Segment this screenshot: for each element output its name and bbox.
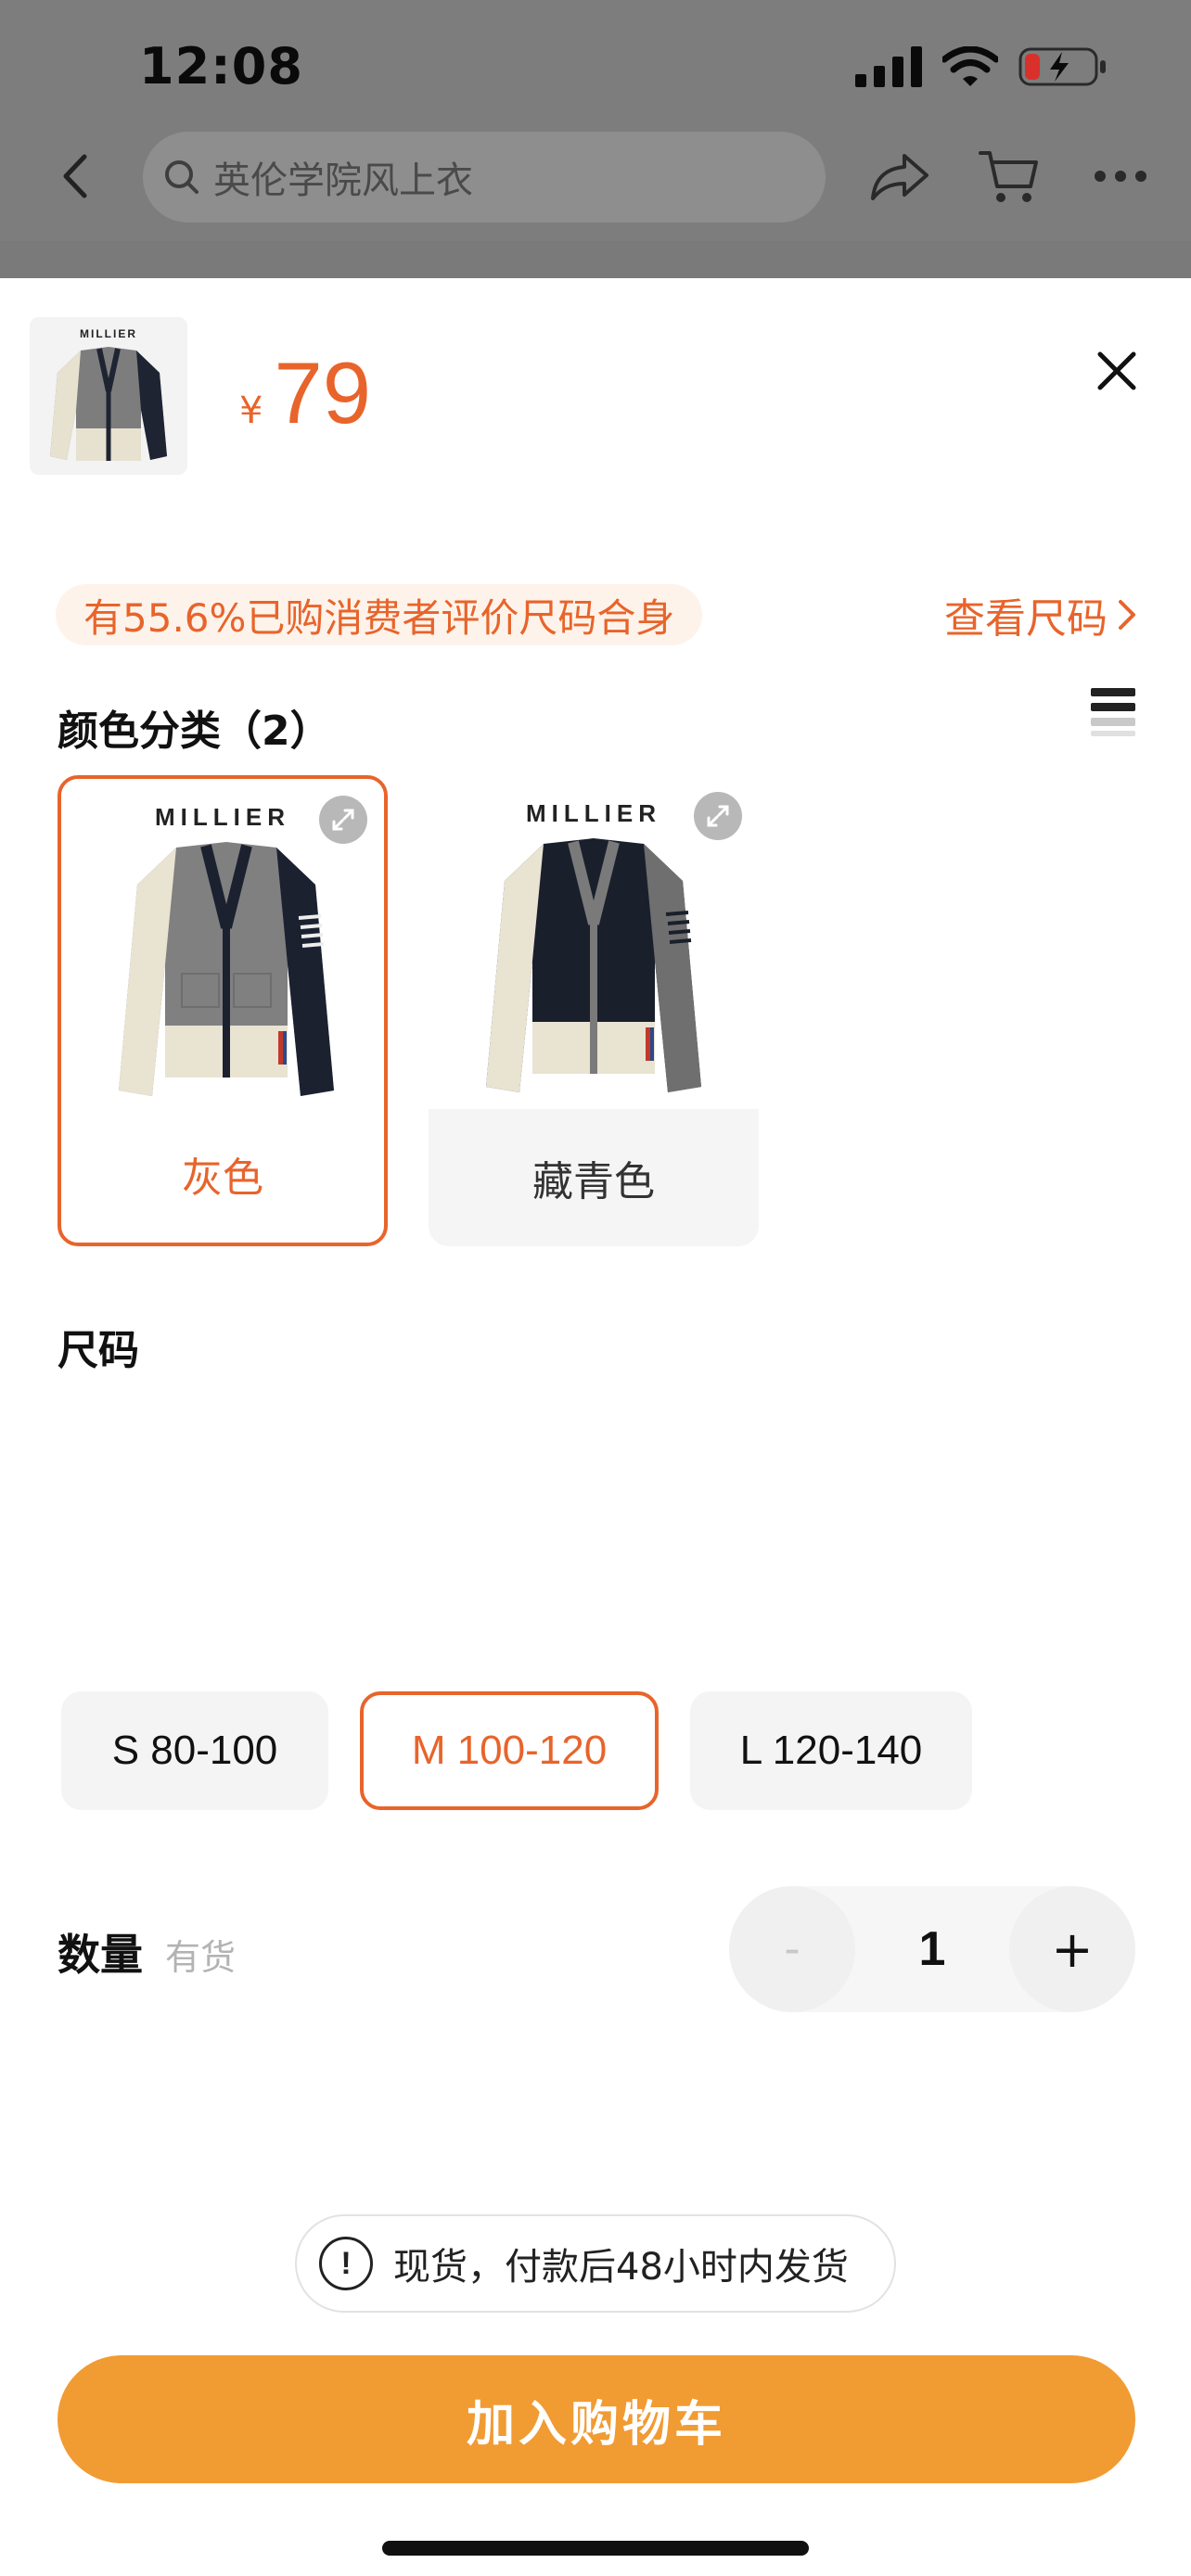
- chevron-right-icon: [1119, 600, 1135, 630]
- decrease-quantity-button[interactable]: -: [729, 1886, 855, 2012]
- gray-cardigan-image: [119, 842, 334, 1096]
- search-placeholder: 英伦学院风上衣: [213, 159, 473, 202]
- stock-status: 有货: [165, 1937, 237, 1978]
- quantity-label: 数量: [58, 1930, 143, 1980]
- sku-selection-sheet: MILLIER ¥ 79 有55.6%已购消费者评价尺码合身 查看尺码 颜色分类…: [0, 278, 1191, 2576]
- expand-image-button[interactable]: [694, 792, 742, 840]
- expand-icon: [332, 809, 354, 831]
- add-to-cart-button[interactable]: 加入购物车: [58, 2355, 1135, 2483]
- color-option-label: 藏青色: [532, 1158, 655, 1205]
- size-fit-banner: 有55.6%已购消费者评价尺码合身: [56, 584, 703, 645]
- quantity-stepper: - 1 +: [729, 1886, 1135, 2012]
- status-time: 12:08: [139, 37, 303, 96]
- share-icon: [871, 154, 928, 200]
- dimmed-background[interactable]: 12:08 英伦学院风上衣: [0, 0, 1191, 278]
- navy-cardigan-image: [486, 838, 701, 1092]
- price-amount: 79: [274, 344, 372, 441]
- dimmed-page-strip: [0, 241, 1191, 278]
- size-option-s[interactable]: S 80-100: [61, 1691, 328, 1810]
- shipping-notice: ! 现货，付款后48小时内发货: [295, 2214, 896, 2313]
- color-option-image: MILLIER: [429, 775, 759, 1109]
- back-button[interactable]: [46, 139, 102, 213]
- cart-icon: [979, 151, 1038, 202]
- color-section-title: 颜色分类（2）: [58, 708, 331, 755]
- price: ¥ 79: [239, 343, 371, 443]
- cellular-signal-icon: [855, 46, 922, 87]
- battery-charging-icon: [1018, 47, 1106, 86]
- view-toggle-button[interactable]: [1091, 686, 1135, 738]
- thumbnail-brand-text: MILLIER: [80, 327, 137, 340]
- search-input[interactable]: 英伦学院风上衣: [143, 132, 826, 223]
- color-option-gray[interactable]: MILLIER 灰色: [58, 775, 388, 1246]
- size-option-l[interactable]: L 120-140: [690, 1691, 972, 1810]
- color-option-label: 灰色: [182, 1154, 263, 1202]
- expand-image-button[interactable]: [319, 796, 367, 844]
- status-icons: [855, 46, 1108, 87]
- cardigan-thumbnail-image: MILLIER: [30, 317, 187, 475]
- close-button[interactable]: [1080, 334, 1154, 408]
- color-option-navy[interactable]: MILLIER 藏青色: [429, 775, 759, 1246]
- view-size-chart-link[interactable]: 查看尺码: [944, 584, 1137, 645]
- chevron-left-icon: [63, 154, 87, 198]
- view-size-chart-label: 查看尺码: [944, 595, 1108, 643]
- product-thumbnail[interactable]: MILLIER: [30, 317, 187, 475]
- more-button[interactable]: [1083, 139, 1158, 213]
- wifi-icon: [942, 46, 998, 86]
- increase-quantity-button[interactable]: +: [1009, 1886, 1135, 2012]
- search-icon: [165, 160, 198, 194]
- shipping-notice-text: 现货，付款后48小时内发货: [393, 2246, 849, 2289]
- expand-icon: [707, 805, 729, 827]
- share-button[interactable]: [863, 139, 937, 213]
- quantity-value[interactable]: 1: [855, 1886, 1009, 2012]
- color-option-image: MILLIER: [61, 779, 384, 1113]
- size-section-title: 尺码: [58, 1327, 139, 1374]
- home-indicator: [382, 2541, 809, 2556]
- list-view-icon: [1091, 688, 1135, 736]
- cart-button[interactable]: [972, 139, 1046, 213]
- currency-symbol: ¥: [239, 389, 263, 432]
- size-option-m[interactable]: M 100-120: [360, 1691, 659, 1810]
- more-dots-icon: [1095, 171, 1146, 182]
- exclamation-icon: !: [319, 2237, 373, 2290]
- close-icon: [1097, 351, 1136, 390]
